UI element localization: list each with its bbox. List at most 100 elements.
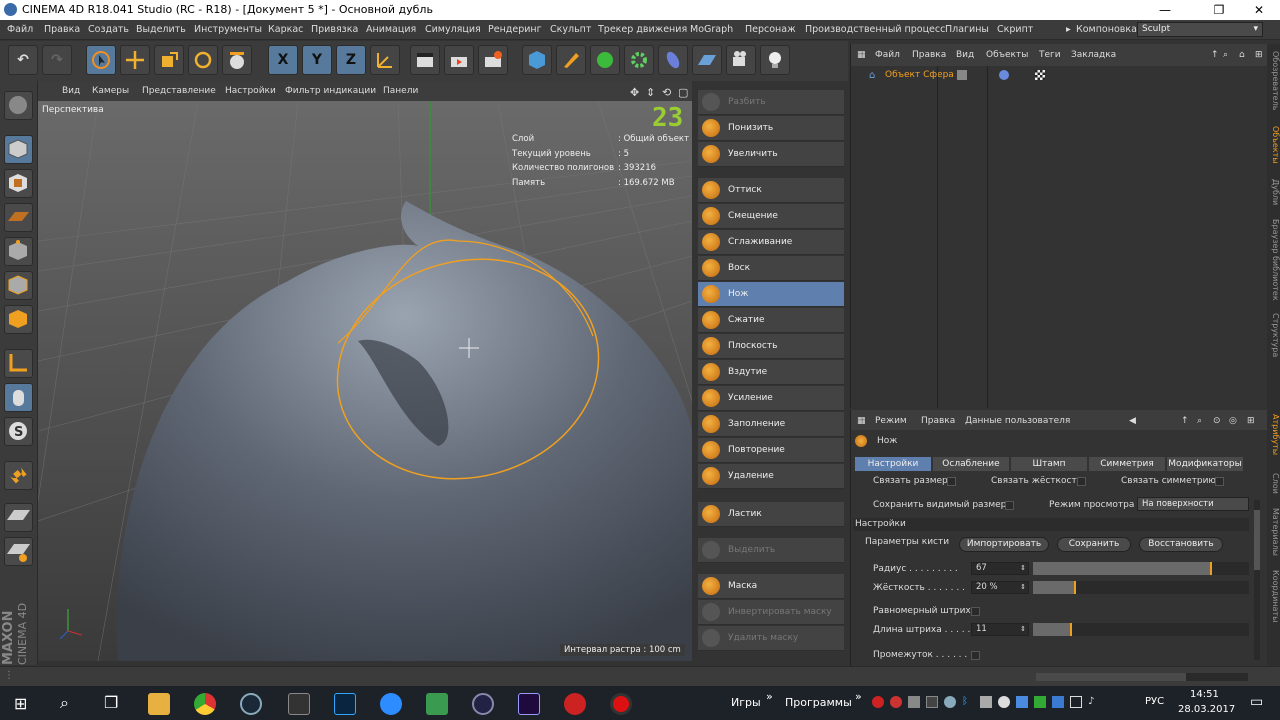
rotate-button[interactable] — [188, 45, 218, 75]
radius-slider[interactable] — [1033, 562, 1249, 575]
tray-game-icon[interactable] — [908, 696, 920, 708]
import-button[interactable]: Импортировать — [959, 537, 1049, 552]
clock-date[interactable]: 28.03.2017 — [1178, 704, 1235, 715]
horizontal-scrollbar-thumb[interactable] — [1036, 673, 1186, 681]
search-icon[interactable]: ⌕ — [1223, 50, 1228, 60]
cinema4d-icon[interactable] — [472, 693, 494, 715]
section-header[interactable]: Настройки — [853, 518, 1249, 531]
bluetooth-icon[interactable]: ᛒ — [962, 696, 974, 708]
orbit-icon[interactable]: ⟲ — [662, 86, 671, 99]
redo-button[interactable]: ↷ — [42, 45, 72, 75]
camera-button[interactable] — [726, 45, 756, 75]
vp-menu-panel[interactable]: Панели — [383, 86, 418, 96]
vp-menu-display[interactable]: Представление — [142, 86, 216, 96]
stepper-icon[interactable]: ⇕ — [1020, 624, 1026, 635]
snap-button[interactable] — [4, 461, 33, 490]
render-view-button[interactable] — [410, 45, 440, 75]
file-explorer-icon[interactable] — [148, 693, 170, 715]
vp-menu-options[interactable]: Настройки — [225, 86, 276, 96]
brush-mask[interactable]: Маска — [698, 574, 844, 599]
cloud-icon[interactable] — [998, 696, 1010, 708]
scrollbar-thumb[interactable] — [1254, 510, 1260, 570]
search-icon[interactable]: ⌕ — [60, 693, 69, 713]
tray-green-icon[interactable] — [1034, 696, 1046, 708]
language-indicator[interactable]: РУС — [1145, 696, 1164, 707]
menu-character[interactable]: Персонаж — [745, 24, 796, 35]
sidetab-content-browser[interactable]: Браузер библиотек — [1267, 214, 1280, 306]
scrollbar[interactable] — [1254, 500, 1260, 660]
target-icon[interactable]: ◎ — [1229, 416, 1237, 426]
brush-delete[interactable]: Удаление — [698, 464, 844, 489]
clear-mask-button[interactable]: Удалить маску — [698, 626, 844, 651]
brush-increase[interactable]: Увеличить — [698, 142, 844, 167]
scale-button[interactable] — [154, 45, 184, 75]
windows-start-icon[interactable]: ⊞ — [14, 694, 27, 713]
steam-icon[interactable] — [240, 693, 262, 715]
attr-menu-edit[interactable]: Правка — [921, 416, 955, 426]
network-icon[interactable] — [1070, 696, 1082, 708]
object-row-sphere[interactable]: ⌂ Объект Сфера — [857, 68, 1261, 84]
up-arrow-icon[interactable]: ↑ — [1181, 416, 1189, 426]
attr-menu-user-data[interactable]: Данные пользователя — [965, 416, 1070, 426]
array-button[interactable] — [624, 45, 654, 75]
move-button[interactable] — [120, 45, 150, 75]
new-panel-icon[interactable]: ⊞ — [1255, 50, 1263, 60]
brush-smooth[interactable]: Сглаживание — [698, 230, 844, 255]
workplane-lock-button[interactable] — [4, 503, 33, 532]
y-axis-button[interactable]: Y — [302, 45, 332, 75]
close-button[interactable]: ✕ — [1236, 0, 1280, 20]
material-tag-icon[interactable] — [999, 70, 1009, 80]
link-hardness-checkbox[interactable] — [1077, 477, 1086, 486]
photoshop-icon[interactable] — [334, 693, 356, 715]
model-mode-button[interactable] — [4, 135, 33, 164]
make-editable-button[interactable] — [4, 91, 33, 120]
vp-menu-view[interactable]: Вид — [62, 86, 80, 96]
lock-icon[interactable]: ⊙ — [1213, 416, 1221, 426]
visibility-toggle[interactable] — [957, 70, 967, 80]
render-settings-button[interactable] — [478, 45, 508, 75]
obj-menu-objects[interactable]: Объекты — [986, 50, 1028, 60]
radius-input[interactable]: 67 ⇕ — [971, 562, 1029, 575]
chevron-icon[interactable]: » — [766, 690, 773, 703]
tray-monitor-icon[interactable] — [926, 696, 938, 708]
tab-symmetry[interactable]: Симметрия — [1089, 457, 1165, 471]
menu-tools[interactable]: Инструменты — [194, 24, 262, 35]
tray-vpn-icon[interactable] — [1052, 696, 1064, 708]
brush-decrease[interactable]: Понизить — [698, 116, 844, 141]
menu-pipeline[interactable]: Производственный процесс — [805, 24, 945, 35]
menu-snap[interactable]: Привязка — [311, 24, 358, 35]
obj-menu-bookmarks[interactable]: Закладка — [1071, 50, 1116, 60]
menu-sculpt[interactable]: Скульпт — [550, 24, 591, 35]
sidetab-structure[interactable]: Структура — [1267, 310, 1280, 360]
sidetab-materials[interactable]: Материалы — [1267, 504, 1280, 560]
menu-create[interactable]: Создать — [88, 24, 129, 35]
axis-mode-button[interactable] — [4, 349, 33, 378]
undo-button[interactable]: ↶ — [8, 45, 38, 75]
stepper-icon[interactable]: ⇕ — [1020, 563, 1026, 574]
tray-steam-icon[interactable] — [944, 696, 956, 708]
brush-amplify[interactable]: Усиление — [698, 386, 844, 411]
stroke-length-slider[interactable] — [1033, 623, 1249, 636]
x-axis-button[interactable]: X — [268, 45, 298, 75]
spacing-checkbox[interactable] — [971, 651, 980, 660]
tray-record-icon[interactable] — [872, 696, 884, 708]
sidetab-attributes[interactable]: Атрибуты — [1267, 410, 1280, 460]
zoom-icon[interactable]: ⇕ — [646, 86, 655, 99]
edges-mode-button[interactable] — [4, 271, 33, 300]
obj-menu-view[interactable]: Вид — [956, 50, 974, 60]
texture-mode-button[interactable] — [4, 169, 33, 198]
menu-mograph[interactable]: MoGraph — [690, 24, 733, 35]
menu-motion-tracker[interactable]: Трекер движения — [598, 24, 687, 35]
tray-device-icon[interactable] — [980, 696, 992, 708]
minimize-button[interactable]: — — [1142, 0, 1188, 20]
tray-app-icon[interactable] — [890, 696, 902, 708]
recent-tools-button[interactable] — [222, 45, 252, 75]
hardness-input[interactable]: 20 % ⇕ — [971, 581, 1029, 594]
brush-grab[interactable]: Смещение — [698, 204, 844, 229]
brush-pull[interactable]: Оттиск — [698, 178, 844, 203]
invert-mask-button[interactable]: Инвертировать маску — [698, 600, 844, 625]
sidetab-layers[interactable]: Слои — [1267, 466, 1280, 500]
brush-flatten[interactable]: Плоскость — [698, 334, 844, 359]
obj-menu-file[interactable]: Файл — [875, 50, 900, 60]
chrome-icon[interactable] — [194, 693, 216, 715]
